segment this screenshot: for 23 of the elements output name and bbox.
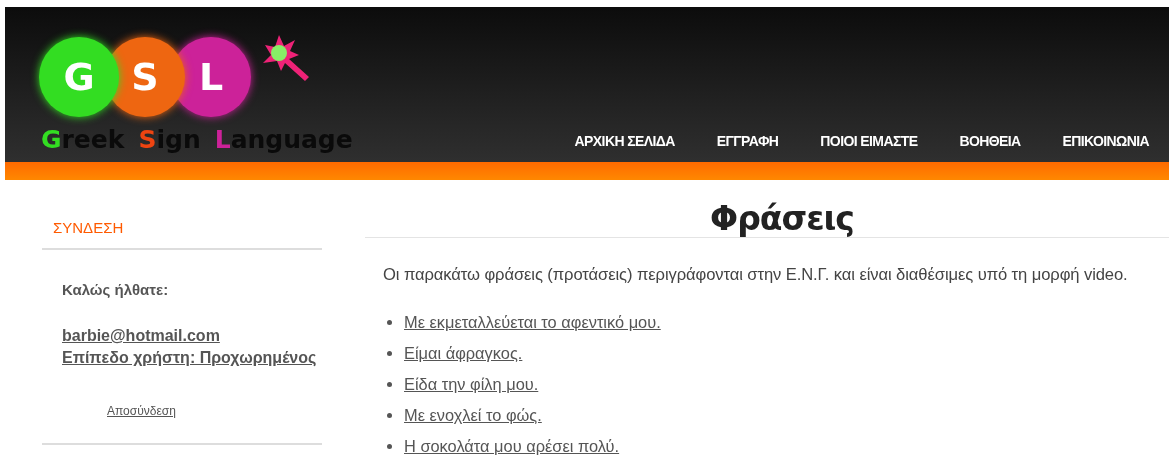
nav-link[interactable]: ΠΟΙΟΙ ΕΙΜΑΣΤΕ (798, 133, 938, 149)
email-link[interactable]: barbie@hotmail.com (62, 327, 220, 345)
bullet-icon (387, 443, 392, 449)
nav-link[interactable]: ΑΡΧΙΚΗ ΣΕΛΙΔΑ (552, 133, 695, 149)
phrase-link[interactable]: Είδα την φίλη μου. (404, 374, 539, 394)
intro-text: Οι παρακάτω φράσεις (προτάσεις) περιγράφονται στην Ε.Ν.Γ. και είναι διαθέσιμες υπό τη μορφή video. (383, 265, 1129, 285)
sidebar-heading: ΣΥΝΔΕΣΗ (42, 180, 322, 250)
logout-link[interactable]: Αποσύνδεση (107, 404, 176, 418)
bullet-icon (387, 412, 392, 418)
phrase-link[interactable]: Είμαι άφραγκος. (404, 343, 523, 363)
bullet-icon (387, 381, 392, 387)
bullet-icon (387, 350, 392, 356)
nav-link[interactable]: ΕΠΙΚΟΙΝΩΝΙΑ (1040, 133, 1169, 149)
user-level-link[interactable]: Επίπεδο χρήστη: Προχωρημένος (62, 349, 317, 367)
welcome-text: Καλώς ήλθατε: (61, 280, 170, 298)
nav-link[interactable]: ΒΟΗΘΕΙΑ (937, 133, 1041, 149)
bullet-icon (387, 319, 392, 325)
logo-circle: G (39, 37, 119, 117)
phrase-link[interactable]: Με εκμεταλλεύεται το αφεντικό μου. (404, 312, 661, 332)
phrase-link[interactable]: Η σοκολάτα μου αρέσει πολύ. (404, 436, 620, 456)
nav-link[interactable]: ΕΓΓΡΑΦΗ (694, 133, 799, 149)
phrase-link[interactable]: Με ενοχλεί το φώς. (404, 405, 542, 425)
page-title: Φράσεις (709, 200, 854, 237)
